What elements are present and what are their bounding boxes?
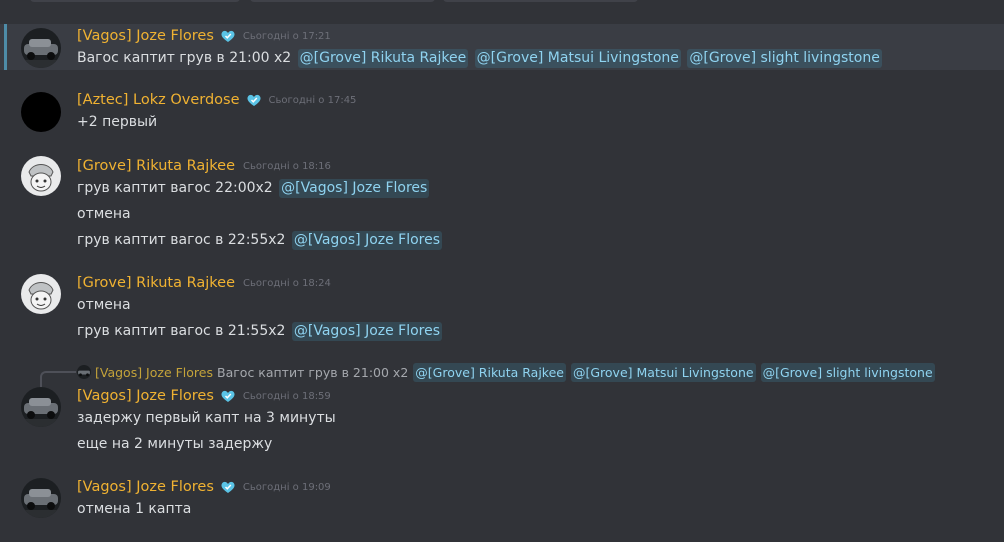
message-text: +2 первый — [77, 114, 158, 130]
message-text: отмена 1 капта — [77, 501, 192, 517]
user-mention[interactable]: @[Vagos] Joze Flores — [279, 179, 430, 198]
avatar[interactable] — [21, 478, 61, 518]
message-body: Вагос каптит грув в 21:00 x2 — [77, 50, 292, 66]
timestamp: Сьогодні о 19:09 — [242, 481, 331, 493]
verified-heart-icon — [221, 30, 235, 42]
timestamp: Сьогодні о 18:24 — [243, 277, 331, 289]
verified-heart-icon — [246, 94, 261, 106]
verified-heart-icon — [221, 390, 235, 402]
message-text: грув каптит вагос в 22:55x2 @[Vagos] Joz… — [77, 230, 443, 250]
username[interactable]: [Vagos] Joze Flores — [77, 479, 214, 495]
username[interactable]: [Grove] Rikuta Rajkee — [77, 275, 235, 291]
message-text: задержу первый капт на 3 минуты — [77, 410, 336, 426]
message-body: грув каптит вагос 22:00x2 — [77, 180, 273, 196]
message-item[interactable]: [Vagos] Joze Flores Сьогодні о 19:09 отм… — [0, 476, 1004, 522]
avatar[interactable] — [21, 274, 61, 314]
message-item[interactable]: [Vagos] Joze Flores Сьогодні о 18:59 зад… — [0, 385, 1004, 457]
username[interactable]: [Aztec] Lokz Overdose — [77, 92, 240, 108]
reply-avatar — [77, 365, 91, 379]
message-text: отмена — [77, 206, 131, 222]
timestamp: Сьогодні о 17:21 — [242, 30, 331, 42]
timestamp: Сьогодні о 18:16 — [243, 160, 331, 172]
message-item[interactable]: [Aztec] Lokz Overdose Сьогодні о 17:45 +… — [0, 88, 1004, 134]
username[interactable]: [Grove] Rikuta Rajkee — [77, 158, 235, 174]
user-mention[interactable]: @[Vagos] Joze Flores — [291, 322, 443, 341]
message-text: Вагос каптит грув в 21:00 x2 @[Grove] Ri… — [77, 48, 882, 68]
user-mention[interactable]: @[Grove] Matsui Livingstone — [474, 49, 681, 68]
previous-message-fragment — [0, 0, 1004, 8]
message-item[interactable]: [Grove] Rikuta Rajkee Сьогодні о 18:24 о… — [0, 272, 1004, 344]
timestamp: Сьогодні о 17:45 — [268, 94, 357, 106]
message-text: грув каптит вагос 22:00x2 @[Vagos] Joze … — [77, 178, 430, 198]
user-mention[interactable]: @[Grove] Matsui Livingstone — [570, 362, 756, 382]
message-body: грув каптит вагос в 22:55x2 — [77, 232, 286, 248]
message-text: еще на 2 минуты задержу — [77, 436, 273, 452]
user-mention[interactable]: @[Grove] Rikuta Rajkee — [413, 362, 566, 382]
avatar[interactable] — [21, 92, 61, 132]
message-item[interactable]: [Grove] Rikuta Rajkee Сьогодні о 18:16 г… — [0, 154, 1004, 254]
username[interactable]: [Vagos] Joze Flores — [77, 388, 214, 404]
avatar[interactable] — [21, 156, 61, 196]
message-text: грув каптит вагос в 21:55x2 @[Vagos] Joz… — [77, 321, 443, 341]
message-text: отмена — [77, 297, 131, 313]
reply-author[interactable]: [Vagos] Joze Flores — [95, 365, 213, 380]
user-mention[interactable]: @[Grove] slight livingstone — [760, 362, 935, 382]
verified-heart-icon — [221, 481, 235, 493]
avatar[interactable] — [21, 28, 61, 68]
timestamp: Сьогодні о 18:59 — [242, 390, 331, 402]
username[interactable]: [Vagos] Joze Flores — [77, 28, 214, 44]
message-body: грув каптит вагос в 21:55x2 — [77, 323, 286, 339]
message-item[interactable]: [Vagos] Joze Flores Сьогодні о 17:21 Ваг… — [0, 24, 1004, 70]
avatar[interactable] — [21, 387, 61, 427]
user-mention[interactable]: @[Grove] Rikuta Rajkee — [297, 49, 469, 68]
reply-text: Вагос каптит грув в 21:00 x2 — [217, 364, 409, 380]
user-mention[interactable]: @[Grove] slight livingstone — [687, 49, 882, 68]
user-mention[interactable]: @[Vagos] Joze Flores — [291, 231, 443, 250]
reply-preview[interactable]: [Vagos] Joze Flores Вагос каптит грув в … — [77, 362, 935, 382]
